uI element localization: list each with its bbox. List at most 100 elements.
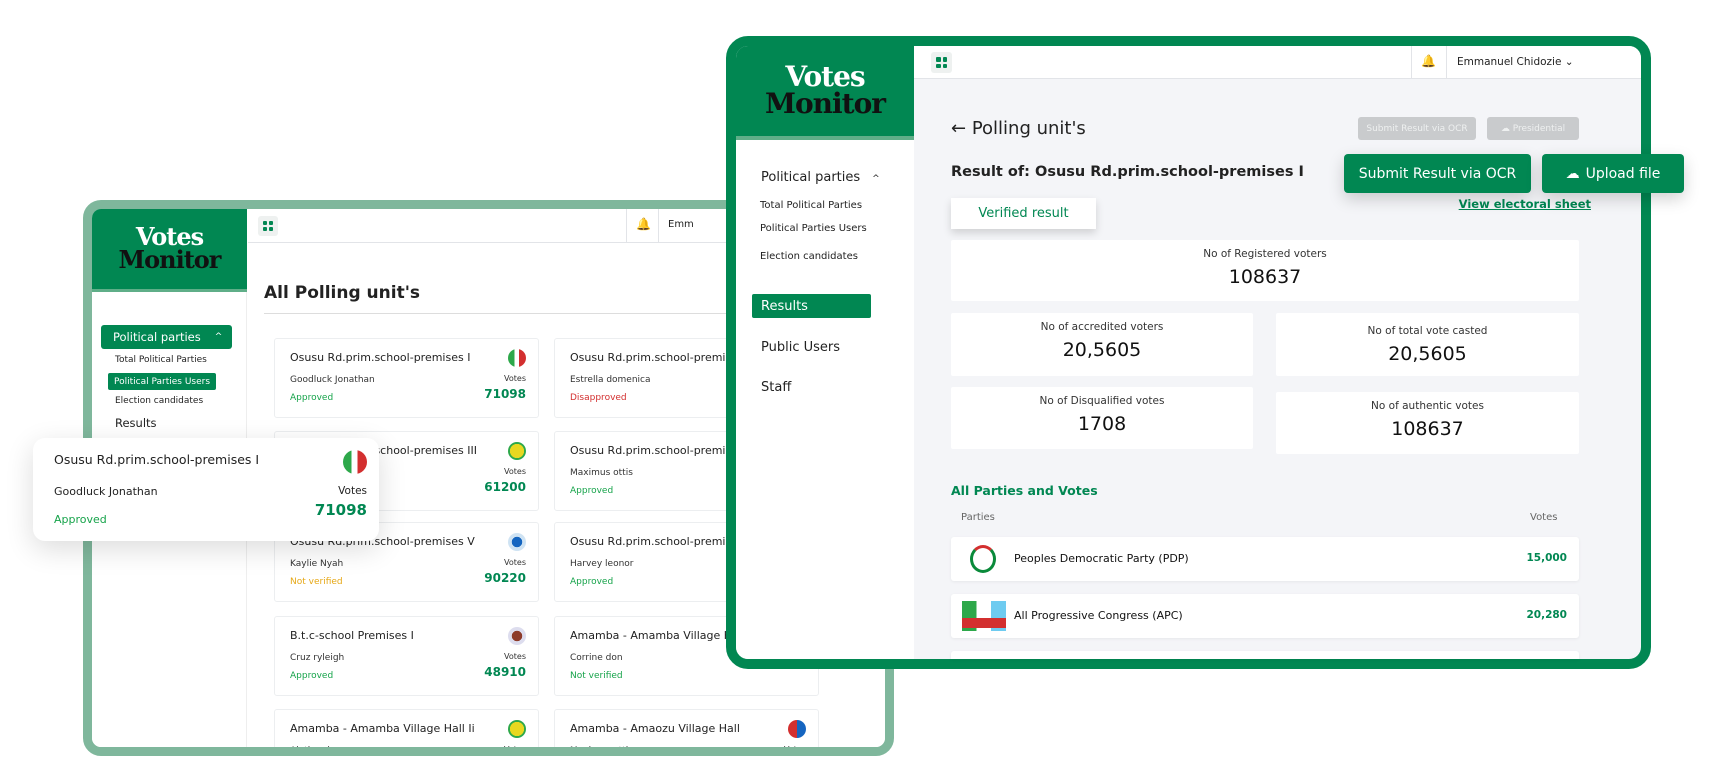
sidebar-item-election-candidates[interactable]: Election candidates xyxy=(115,396,203,406)
candidate-name: Corrine don xyxy=(570,653,623,663)
sidebar-item-staff[interactable]: Staff xyxy=(761,380,791,395)
polling-unit-card[interactable]: Osusu Rd.prim.school-premises I Goodluck … xyxy=(274,338,539,418)
votes-label: Votes xyxy=(504,558,526,567)
votes-monitor-logo: Votes Monitor xyxy=(92,209,247,289)
sidebar-item-total-political-parties[interactable]: Total Political Parties xyxy=(760,200,862,211)
card-title: Osusu Rd.prim.school-premises I xyxy=(570,351,751,364)
apc-logo xyxy=(508,349,526,367)
sidebar-group-political-parties[interactable]: Political parties ^ xyxy=(101,325,232,349)
dashboard-grid-icon[interactable] xyxy=(931,52,952,73)
submit-ocr-button-disabled: Submit Result via OCR xyxy=(1358,117,1476,140)
chevron-up-icon: ^ xyxy=(872,174,880,184)
status-badge: Not verified xyxy=(290,577,343,587)
card-title: Amamba - Amamba Village Hall Ii xyxy=(290,722,475,735)
party-row[interactable]: All Progressive Congress (APC) 20,280 xyxy=(951,594,1579,638)
candidate-name: Maximus ottis xyxy=(570,468,633,478)
user-menu[interactable]: Emmanuel Chidozie ⌄ xyxy=(1457,56,1574,68)
candidate-name: Maximus ottis xyxy=(570,746,633,756)
polling-unit-card[interactable]: Amamba - Amamba Village Hall Ii Aletha al… xyxy=(274,709,539,756)
votes-monitor-logo: Votes Monitor xyxy=(736,46,914,136)
divider xyxy=(1411,46,1412,79)
sidebar-item-public-users[interactable]: Public Users xyxy=(761,340,840,355)
stat-total-vote-casted: No of total vote casted 20,5605 xyxy=(1276,313,1579,376)
divider xyxy=(1446,46,1447,79)
cloud-upload-icon: ☁ xyxy=(1500,123,1513,134)
sidebar-item-political-parties-users[interactable]: Political Parties Users xyxy=(760,223,867,234)
card-title: Amamba - Amamba Village Hall I xyxy=(570,629,752,642)
page-title: ← Polling unit's xyxy=(951,118,1086,139)
presidential-button-disabled: ☁ Presidential xyxy=(1487,117,1579,140)
column-header-parties: Parties xyxy=(961,512,995,523)
back-arrow-icon[interactable]: ← xyxy=(951,118,966,139)
stat-authentic-votes: No of authentic votes 108637 xyxy=(1276,392,1579,454)
votes-label: Votes xyxy=(504,652,526,661)
status-badge: Approved xyxy=(290,671,334,681)
stat-accredited-voters: No of accredited voters 20,5605 xyxy=(951,313,1253,376)
apc-logo xyxy=(962,601,1006,631)
chevron-down-icon: ⌄ xyxy=(1564,56,1574,68)
bell-icon[interactable]: 🔔 xyxy=(1421,54,1436,68)
sidebar-item-political-parties-users[interactable]: Political Parties Users xyxy=(108,373,217,390)
polling-unit-card[interactable]: Amamba - Amaozu Village Hall Maximus otti… xyxy=(554,709,819,756)
divider xyxy=(658,209,659,243)
status-badge: Approved xyxy=(290,393,334,403)
candidate-name: Kaylie Nyah xyxy=(290,559,344,569)
votes-count: 48910 xyxy=(484,665,526,679)
parties-heading: All Parties and Votes xyxy=(951,483,1098,498)
votes-count: 71098 xyxy=(484,387,526,401)
sidebar-item-election-candidates[interactable]: Election candidates xyxy=(760,251,858,262)
card-title: B.t.c-school Premises I xyxy=(290,629,414,642)
submit-result-ocr-button[interactable]: Submit Result via OCR xyxy=(1344,154,1531,193)
sidebar-item-results[interactable]: Results xyxy=(115,416,157,430)
yellow-party-logo xyxy=(508,442,526,460)
coat-of-arms-logo xyxy=(508,627,526,645)
card-title: Osusu Rd.prim.school-premises I xyxy=(570,444,751,457)
status-badge: Approved xyxy=(570,577,614,587)
card-title: Amamba - Amaozu Village Hall xyxy=(570,722,740,735)
sidebar-group-political-parties[interactable]: Political parties ^ xyxy=(761,170,880,185)
votes-label: Votes xyxy=(504,745,526,754)
votes-count: 90220 xyxy=(484,571,526,585)
stat-registered-voters: No of Registered voters 108637 xyxy=(951,240,1579,301)
highlighted-polling-card[interactable]: Osusu Rd.prim.school-premises I Goodluck… xyxy=(33,438,379,541)
votes-label: Votes xyxy=(504,467,526,476)
candidate-name: Estrella domenica xyxy=(570,375,651,385)
party-row[interactable]: Peoples Democratic Party (PDP) 15,000 xyxy=(951,537,1579,581)
chevron-up-icon: ^ xyxy=(214,332,223,342)
column-header-votes: Votes xyxy=(1530,512,1558,523)
sidebar-item-results[interactable]: Results xyxy=(752,294,871,318)
candidate-name: Goodluck Jonathan xyxy=(290,375,375,385)
votes-count: 61200 xyxy=(484,480,526,494)
votes-label: Votes xyxy=(784,745,806,754)
sidebar xyxy=(736,140,914,659)
user-name[interactable]: Emm xyxy=(668,219,694,230)
candidate-name: Aletha alexa xyxy=(290,746,347,756)
bell-icon[interactable]: 🔔 xyxy=(636,217,651,231)
page-title: All Polling unit's xyxy=(264,283,421,303)
candidate-name: Cruz ryleigh xyxy=(290,653,345,663)
result-of-heading: Result of: Osusu Rd.prim.school-premises… xyxy=(951,164,1304,180)
red-blue-party-logo xyxy=(788,720,806,738)
sidebar-item-total-political-parties[interactable]: Total Political Parties xyxy=(115,355,207,365)
topbar: 🔔 Emmanuel Chidozie ⌄ xyxy=(914,46,1641,79)
status-badge: Approved xyxy=(54,513,107,526)
status-badge: Not verified xyxy=(570,671,623,681)
pdp-logo xyxy=(970,545,996,573)
upload-file-button[interactable]: ☁ Upload file xyxy=(1542,154,1684,193)
dashboard-grid-icon[interactable] xyxy=(258,216,278,236)
yellow-party-logo xyxy=(508,720,526,738)
status-badge: Disapproved xyxy=(570,393,627,403)
tab-verified-result[interactable]: Verified result xyxy=(951,198,1096,229)
blue-party-logo xyxy=(508,533,526,551)
party-row[interactable] xyxy=(951,651,1579,659)
status-badge: Approved xyxy=(570,486,614,496)
votes-label: Votes xyxy=(504,374,526,383)
polling-unit-card[interactable]: B.t.c-school Premises I Cruz ryleigh Appro… xyxy=(274,616,539,696)
cloud-upload-icon: ☁ xyxy=(1565,165,1580,182)
stat-disqualified-votes: No of Disqualified votes 1708 xyxy=(951,387,1253,449)
apc-logo xyxy=(343,450,367,474)
view-electoral-sheet-link[interactable]: View electoral sheet xyxy=(1459,197,1591,211)
card-title: Osusu Rd.prim.school-premises I xyxy=(290,351,471,364)
divider xyxy=(626,209,627,243)
candidate-name: Harvey leonor xyxy=(570,559,634,569)
